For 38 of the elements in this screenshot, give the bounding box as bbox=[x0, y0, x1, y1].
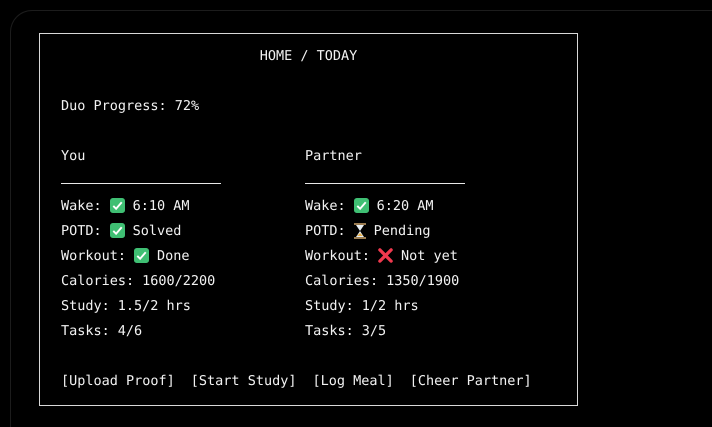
hourglass-icon bbox=[354, 222, 366, 238]
stat-label: Tasks: bbox=[61, 322, 110, 338]
stat-value: 3/5 bbox=[362, 322, 386, 338]
stat-label: Workout: bbox=[61, 248, 126, 264]
stat-value: Pending bbox=[374, 222, 431, 238]
stat-label: Wake: bbox=[61, 198, 102, 214]
stat-value: 1.5/2 hrs bbox=[118, 298, 191, 314]
stat-value: Not yet bbox=[401, 248, 458, 264]
stat-value: 6:10 AM bbox=[132, 198, 190, 214]
cross-icon bbox=[378, 248, 394, 263]
stat-value: Solved bbox=[132, 222, 182, 238]
stat-label: Calories: bbox=[305, 272, 378, 288]
stat-value: 1600/2200 bbox=[142, 272, 216, 288]
stat-label: Calories: bbox=[61, 272, 134, 288]
stat-label: Study: bbox=[305, 298, 354, 314]
stat-label: Workout: bbox=[305, 248, 370, 264]
stat-value: 6:20 AM bbox=[376, 198, 434, 214]
check-icon bbox=[110, 198, 125, 213]
stat-value: 1/2 hrs bbox=[362, 298, 419, 314]
stat-label: POTD: bbox=[61, 222, 102, 238]
check-icon bbox=[354, 198, 369, 213]
stat-label: Wake: bbox=[305, 198, 346, 214]
check-icon bbox=[134, 248, 150, 263]
stat-label: Study: bbox=[61, 298, 110, 314]
column-header: You bbox=[61, 148, 86, 164]
page-title: HOME / TODAY bbox=[260, 48, 358, 64]
stat-label: POTD: bbox=[305, 222, 346, 238]
progress-text: Duo Progress: 72% bbox=[61, 98, 200, 114]
action-button[interactable]: [Start Study] bbox=[190, 372, 296, 388]
stat-value: 4/6 bbox=[118, 322, 142, 338]
stat-value: 1350/1900 bbox=[386, 272, 460, 288]
action-button[interactable]: [Log Meal] bbox=[312, 372, 394, 388]
check-icon bbox=[110, 223, 125, 238]
action-button[interactable]: [Upload Proof] bbox=[61, 372, 175, 388]
stat-value: Done bbox=[157, 248, 190, 264]
action-button[interactable]: [Cheer Partner] bbox=[410, 372, 532, 388]
stat-label: Tasks: bbox=[305, 322, 354, 338]
column-header: Partner bbox=[305, 148, 362, 164]
